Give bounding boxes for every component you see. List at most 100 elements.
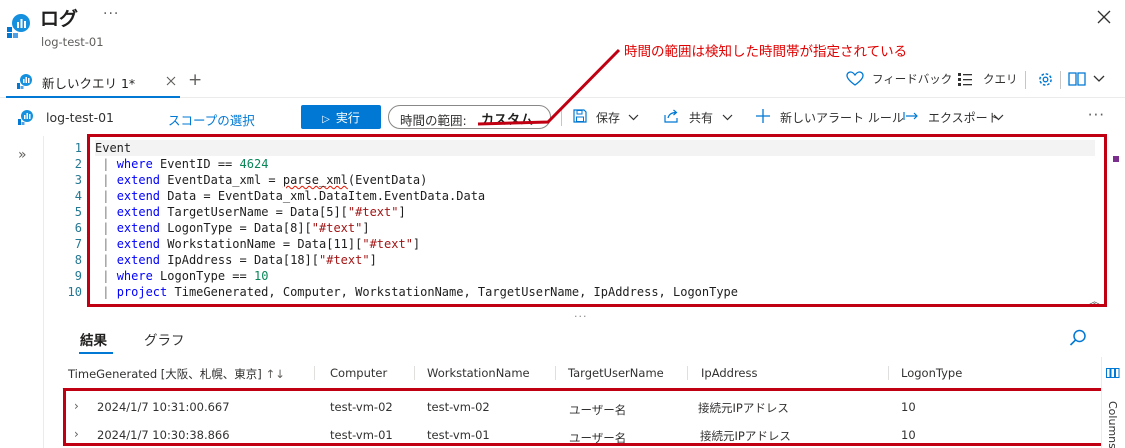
- line-number: 1: [74, 141, 82, 155]
- table-row[interactable]: › 2024/1/7 10:31:00.667 test-vm-02 test-…: [62, 392, 1102, 420]
- code-token: 4624: [239, 157, 269, 171]
- column-divider[interactable]: [888, 366, 889, 380]
- page-title: ログ: [40, 8, 79, 30]
- column-header-workstationname[interactable]: WorkstationName: [427, 366, 530, 380]
- line-number: 3: [74, 173, 82, 187]
- gear-icon[interactable]: [1037, 71, 1054, 88]
- code-token: EventData_xml =: [160, 173, 283, 187]
- code-token: WorkstationName = Data[11][: [160, 237, 363, 251]
- collapse-editor-icon[interactable]: ︽: [1089, 293, 1100, 309]
- workspace-name: log-test-01: [46, 110, 114, 125]
- play-icon: ▷: [322, 113, 330, 125]
- code-line: | where LogonType == 10: [95, 268, 1095, 284]
- query-tab-bar: 新しいクエリ 1* + フィードバック クエリ: [0, 62, 1125, 98]
- query-code[interactable]: Event | where EventID == 4624 | extend E…: [95, 140, 1095, 300]
- code-line: | extend WorkstationName = Data[11]["#te…: [95, 236, 1095, 252]
- code-token: ]: [362, 221, 370, 235]
- code-token: extend: [116, 205, 161, 219]
- code-token: Data = EventData_xml.DataItem.EventData.…: [160, 189, 486, 203]
- feedback-button[interactable]: フィードバック: [872, 71, 952, 87]
- cell-user: ユーザー名: [569, 431, 627, 445]
- code-token: 10: [253, 269, 269, 283]
- search-icon[interactable]: [1069, 329, 1087, 347]
- code-token: |: [95, 157, 117, 171]
- workspace-icon: [18, 110, 33, 125]
- column-header-computer[interactable]: Computer: [330, 366, 387, 380]
- cell-computer: test-vm-02: [330, 400, 393, 414]
- tab-new-query-1[interactable]: 新しいクエリ 1*: [6, 62, 180, 98]
- code-token: |: [95, 189, 117, 203]
- tab-close-icon[interactable]: [166, 76, 176, 86]
- line-number: 2: [74, 157, 82, 171]
- chevron-down-icon[interactable]: [722, 114, 733, 121]
- code-line: | extend IpAddress = Data[18]["#text"]: [95, 252, 1095, 268]
- code-line: | extend Data = EventData_xml.DataItem.E…: [95, 188, 1095, 204]
- line-number: 4: [74, 189, 82, 203]
- code-token: extend: [116, 173, 161, 187]
- resource-name: log-test-01: [41, 35, 104, 49]
- code-token: (EventData): [347, 173, 428, 187]
- tab-chart[interactable]: グラフ: [144, 329, 185, 349]
- code-token: "#text": [319, 253, 370, 267]
- queries-button[interactable]: クエリ: [983, 71, 1018, 87]
- active-tab-indicator: [79, 352, 113, 354]
- line-number: 7: [74, 237, 82, 251]
- more-options-icon[interactable]: ···: [103, 6, 119, 22]
- chevron-down-icon[interactable]: [993, 114, 1004, 121]
- code-token: |: [95, 205, 117, 219]
- line-number: 6: [74, 221, 82, 235]
- query-editor[interactable]: 1 2 3 4 5 6 7 8 9 10 Event | where Event…: [44, 137, 1110, 309]
- code-token: "#text": [311, 221, 363, 235]
- export-button[interactable]: エクスポート: [928, 109, 1000, 126]
- plus-icon: [756, 109, 770, 123]
- save-button[interactable]: 保存: [596, 109, 620, 126]
- chevron-down-icon[interactable]: [1093, 75, 1105, 83]
- code-token: extend: [116, 237, 161, 251]
- code-line: | extend LogonType = Data[8]["#text"]: [95, 220, 1095, 236]
- results-tab-bar: 結果 グラフ: [62, 322, 1102, 354]
- column-divider[interactable]: [687, 366, 688, 380]
- code-token: extend: [116, 189, 161, 203]
- select-scope-link[interactable]: スコープの選択: [168, 110, 255, 129]
- column-divider[interactable]: [314, 366, 315, 380]
- close-icon[interactable]: [1097, 10, 1111, 24]
- code-token: ]: [398, 205, 406, 219]
- expand-panel-icon[interactable]: »: [18, 147, 27, 163]
- sort-icon[interactable]: ↑↓: [265, 367, 284, 381]
- line-number: 10: [67, 285, 82, 299]
- code-token: extend: [116, 221, 161, 235]
- column-header-timegenerated[interactable]: TimeGenerated [大阪、札幌、東京] ↑↓: [68, 366, 285, 382]
- cell-workstation: test-vm-02: [427, 400, 490, 414]
- cell-time: 2024/1/7 10:30:38.866: [97, 428, 230, 442]
- code-line: | extend TargetUserName = Data[5]["#text…: [95, 204, 1095, 220]
- new-alert-rule-button[interactable]: 新しいアラート ルール: [780, 109, 904, 126]
- column-header-logontype[interactable]: LogonType: [901, 366, 962, 380]
- left-rail: »: [0, 136, 44, 448]
- run-button[interactable]: ▷ 実行: [301, 105, 381, 129]
- cell-ip: 接続元IPアドレス: [700, 429, 791, 443]
- column-divider[interactable]: [555, 366, 556, 380]
- line-number-gutter: 1 2 3 4 5 6 7 8 9 10: [44, 140, 82, 300]
- cell-logontype: 10: [901, 400, 916, 414]
- column-header-ipaddress[interactable]: IpAddress: [701, 366, 758, 380]
- code-line: | extend EventData_xml = parse_xml(Event…: [95, 172, 1095, 188]
- table-row[interactable]: › 2024/1/7 10:30:38.866 test-vm-01 test-…: [62, 420, 1102, 448]
- add-tab-button[interactable]: +: [188, 70, 202, 90]
- tab-results[interactable]: 結果: [80, 329, 107, 349]
- time-range-picker[interactable]: 時間の範囲: カスタム: [388, 105, 551, 129]
- column-divider[interactable]: [414, 366, 415, 380]
- results-grid-header: TimeGenerated [大阪、札幌、東京] ↑↓ Computer Wor…: [62, 357, 1102, 389]
- code-token: LogonType = Data[8][: [160, 221, 312, 235]
- more-options-icon[interactable]: ···: [1088, 106, 1105, 124]
- columns-panel-toggle[interactable]: Columns: [1101, 357, 1125, 448]
- toolbar-divider: [1025, 71, 1026, 89]
- chevron-down-icon[interactable]: [628, 114, 639, 121]
- code-token: "#text": [362, 237, 413, 251]
- share-button[interactable]: 共有: [689, 109, 713, 126]
- book-icon[interactable]: [1068, 71, 1086, 87]
- column-header-targetusername[interactable]: TargetUserName: [568, 366, 664, 380]
- line-number: 9: [74, 269, 82, 283]
- expand-row-icon[interactable]: ›: [74, 427, 79, 441]
- columns-label: Columns: [1106, 401, 1119, 448]
- expand-row-icon[interactable]: ›: [74, 399, 79, 413]
